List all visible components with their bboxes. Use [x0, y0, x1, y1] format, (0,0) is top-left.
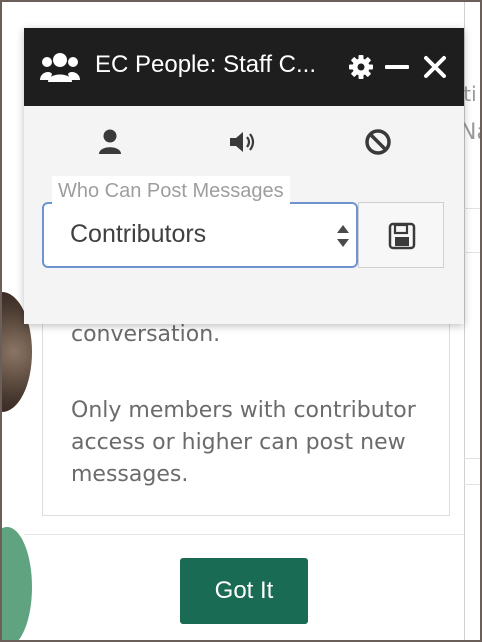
background-avatar — [2, 527, 32, 640]
save-icon — [388, 222, 416, 250]
background-divider — [464, 458, 480, 459]
close-icon[interactable] — [420, 52, 450, 82]
volume-icon[interactable] — [226, 126, 258, 158]
background-divider — [464, 484, 480, 485]
got-it-button[interactable]: Got It — [180, 558, 308, 624]
background-divider — [464, 252, 480, 253]
info-text: Only members with contributor access or … — [71, 398, 416, 487]
info-card: conversation. Only members with contribu… — [42, 302, 450, 516]
background-divider — [464, 208, 480, 209]
app-frame: rti Na conversation. Only members with c… — [0, 0, 482, 642]
who-can-post-select[interactable]: Contributors — [42, 202, 358, 268]
who-can-post-value: Contributors — [70, 220, 207, 248]
select-arrows-icon — [337, 225, 349, 247]
gear-icon[interactable] — [346, 52, 376, 82]
panel-titlebar: EC People: Staff C... — [24, 28, 464, 106]
ban-icon[interactable] — [362, 126, 394, 158]
save-button[interactable] — [358, 202, 444, 268]
panel-title: EC People: Staff C... — [95, 51, 317, 78]
who-can-post-label: Who Can Post Messages — [52, 176, 290, 206]
dialog-footer-divider — [24, 534, 464, 535]
user-icon[interactable] — [94, 126, 126, 158]
users-icon — [40, 53, 80, 82]
minus-icon[interactable] — [382, 52, 412, 82]
chat-settings-panel: EC People: Staff C... Contributors Who C… — [24, 28, 464, 324]
